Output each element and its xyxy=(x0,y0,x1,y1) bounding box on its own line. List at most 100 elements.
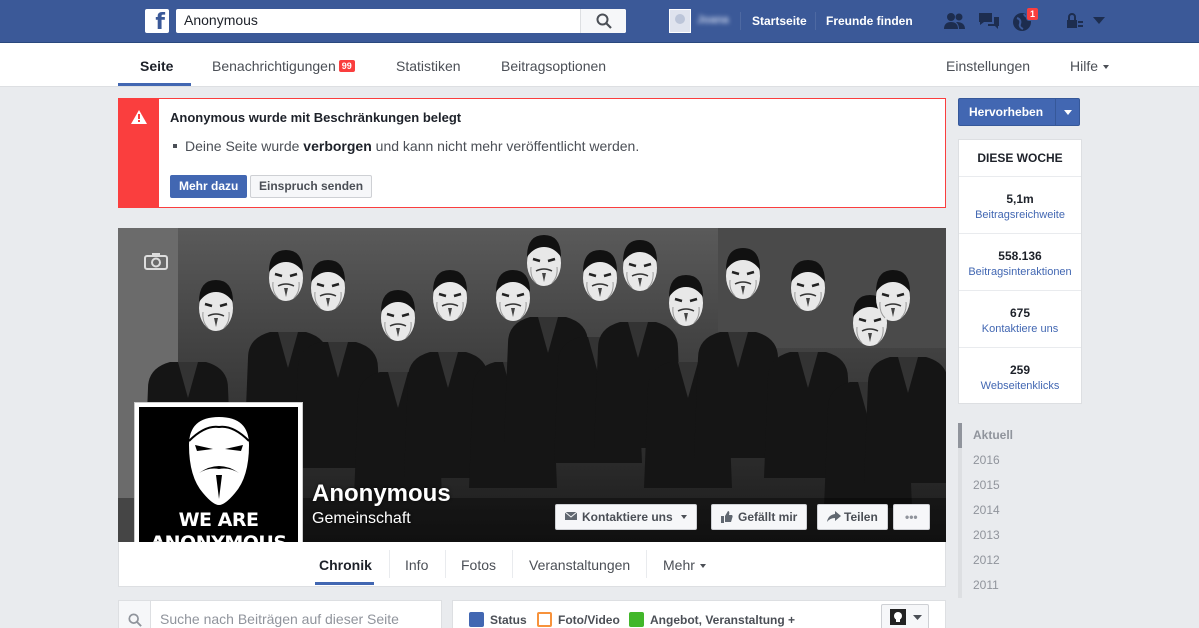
find-friends-link[interactable]: Freunde finden xyxy=(826,14,913,28)
year-current[interactable]: Aktuell xyxy=(958,423,1082,448)
tab-notifications[interactable]: Benachrichtigungen 99 xyxy=(212,58,355,74)
thumbs-up-icon xyxy=(721,511,733,523)
tab-info[interactable]: Info xyxy=(405,557,428,573)
more-options-button[interactable]: ••• xyxy=(893,504,930,530)
composer-status-label: Status xyxy=(490,613,527,627)
stat-value: 675 xyxy=(1009,306,1031,320)
chevron-down-icon xyxy=(699,564,706,568)
profile-text-we-are: WE ARE xyxy=(178,509,259,531)
promote-label: Hervorheben xyxy=(969,105,1044,119)
this-week-panel: DIESE WOCHE 5,1m Beitragsreichweite 558.1… xyxy=(958,139,1082,404)
home-link[interactable]: Startseite xyxy=(752,14,807,28)
global-search[interactable]: Anonymous xyxy=(176,9,626,33)
stat-label[interactable]: Webseitenklicks xyxy=(959,380,1081,392)
stat-contact-us[interactable]: 675 Kontaktiere uns xyxy=(959,291,1081,348)
alert-message: Deine Seite wurde verborgen und kann nic… xyxy=(172,138,640,154)
help-menu[interactable]: Hilfe xyxy=(1070,58,1110,74)
tab-timeline[interactable]: Chronik xyxy=(319,557,372,573)
like-label: Gefällt mir xyxy=(738,510,798,524)
avatar[interactable] xyxy=(669,9,691,33)
page-admin-nav: Seite Benachrichtigungen 99 Statistiken B… xyxy=(0,43,1199,87)
learn-more-button[interactable]: Mehr dazu xyxy=(170,175,248,198)
stat-post-engagement[interactable]: 558.136 Beitragsinteraktionen xyxy=(959,234,1081,291)
chevron-down-icon xyxy=(913,615,922,620)
search-icon xyxy=(128,613,142,627)
divider xyxy=(815,12,816,30)
page-title[interactable]: Anonymous xyxy=(312,480,451,508)
appeal-button[interactable]: Einspruch senden xyxy=(250,175,373,198)
year-2012[interactable]: 2012 xyxy=(958,548,1082,573)
divider xyxy=(740,12,741,30)
privacy-lock-icon[interactable] xyxy=(1066,13,1084,29)
composer-offer-tab[interactable]: Angebot, Veranstaltung + xyxy=(629,612,795,627)
stat-value: 5,1m xyxy=(1006,192,1034,206)
share-arrow-icon xyxy=(827,511,841,522)
composer-offer-label: Angebot, Veranstaltung + xyxy=(650,613,796,627)
search-posts-box[interactable]: Suche nach Beiträgen auf dieser Seite xyxy=(118,600,442,628)
divider xyxy=(646,550,647,578)
alert-title: Anonymous wurde mit Beschränkungen beleg… xyxy=(170,110,462,125)
promote-button[interactable]: Hervorheben xyxy=(958,98,1080,126)
page-category[interactable]: Gemeinschaft xyxy=(312,510,411,528)
composer-photo-tab[interactable]: Foto/Video xyxy=(537,612,620,627)
tab-more-label: Mehr xyxy=(663,557,695,573)
change-cover-camera-icon[interactable] xyxy=(144,252,168,270)
stat-post-reach[interactable]: 5,1m Beitragsreichweite xyxy=(959,177,1081,234)
active-tab-indicator xyxy=(118,83,191,86)
account-menu-chevron-down-icon[interactable] xyxy=(1093,17,1105,25)
messages-icon[interactable] xyxy=(977,11,1001,31)
restriction-alert: Anonymous wurde mit Beschränkungen beleg… xyxy=(118,98,946,208)
alert-text-end: und kann nicht mehr veröffentlicht werde… xyxy=(371,138,640,154)
tab-publishing-tools[interactable]: Beitragsoptionen xyxy=(501,58,606,74)
contact-us-button[interactable]: Kontaktiere uns xyxy=(555,504,698,530)
stat-label[interactable]: Beitragsinteraktionen xyxy=(959,266,1081,278)
year-2016[interactable]: 2016 xyxy=(958,448,1082,473)
tab-photos[interactable]: Fotos xyxy=(461,557,496,573)
page-tabs-bar: Chronik Info Fotos Veranstaltungen Mehr xyxy=(118,542,946,587)
post-as-selector[interactable] xyxy=(881,604,929,628)
top-bar: f Anonymous Joana Startseite Freunde fin… xyxy=(0,0,1199,43)
friend-requests-icon[interactable] xyxy=(943,11,967,31)
search-posts-icon-box xyxy=(119,601,151,628)
timeline-years-nav: Aktuell 2016 2015 2014 2013 2012 2011 xyxy=(958,423,1082,598)
skull-avatar-icon xyxy=(890,609,906,625)
chevron-down-icon xyxy=(1103,65,1110,69)
promote-dropdown-chevron-down-icon[interactable] xyxy=(1055,99,1079,125)
alert-stripe xyxy=(119,99,159,207)
pencil-icon xyxy=(469,612,484,627)
facebook-logo-icon[interactable]: f xyxy=(145,9,169,33)
year-2011[interactable]: 2011 xyxy=(958,573,1082,598)
help-label: Hilfe xyxy=(1070,58,1099,74)
chevron-down-icon xyxy=(681,515,688,519)
this-week-title: DIESE WOCHE xyxy=(959,140,1081,177)
tab-more[interactable]: Mehr xyxy=(663,557,706,573)
envelope-icon xyxy=(565,511,577,520)
year-2013[interactable]: 2013 xyxy=(958,523,1082,548)
share-button[interactable]: Teilen xyxy=(817,504,888,530)
divider xyxy=(512,550,513,578)
search-input[interactable]: Anonymous xyxy=(184,12,258,28)
notifications-count-badge: 99 xyxy=(338,60,355,72)
year-2014[interactable]: 2014 xyxy=(958,498,1082,523)
stat-website-clicks[interactable]: 259 Webseitenklicks xyxy=(959,348,1081,405)
year-2015[interactable]: 2015 xyxy=(958,473,1082,498)
stat-label[interactable]: Kontaktiere uns xyxy=(959,323,1081,335)
photo-icon xyxy=(537,612,552,627)
settings-link[interactable]: Einstellungen xyxy=(946,58,1030,74)
tab-events[interactable]: Veranstaltungen xyxy=(529,557,630,573)
tab-page[interactable]: Seite xyxy=(140,58,173,74)
search-button[interactable] xyxy=(580,9,626,33)
like-button[interactable]: Gefällt mir xyxy=(711,504,808,530)
alert-text-bold: verborgen xyxy=(303,138,372,154)
notification-count-badge[interactable]: 1 xyxy=(1026,7,1040,21)
user-name[interactable]: Joana xyxy=(697,14,729,26)
tab-insights[interactable]: Statistiken xyxy=(396,58,461,74)
search-posts-input[interactable]: Suche nach Beiträgen auf dieser Seite xyxy=(160,611,399,627)
stat-label[interactable]: Beitragsreichweite xyxy=(959,209,1081,221)
alert-text: Deine Seite wurde xyxy=(185,138,304,154)
composer-status-tab[interactable]: Status xyxy=(469,612,527,627)
share-label: Teilen xyxy=(844,510,878,524)
guy-fawkes-mask-icon xyxy=(188,417,250,505)
search-icon xyxy=(596,13,612,29)
composer-photo-label: Foto/Video xyxy=(558,613,620,627)
